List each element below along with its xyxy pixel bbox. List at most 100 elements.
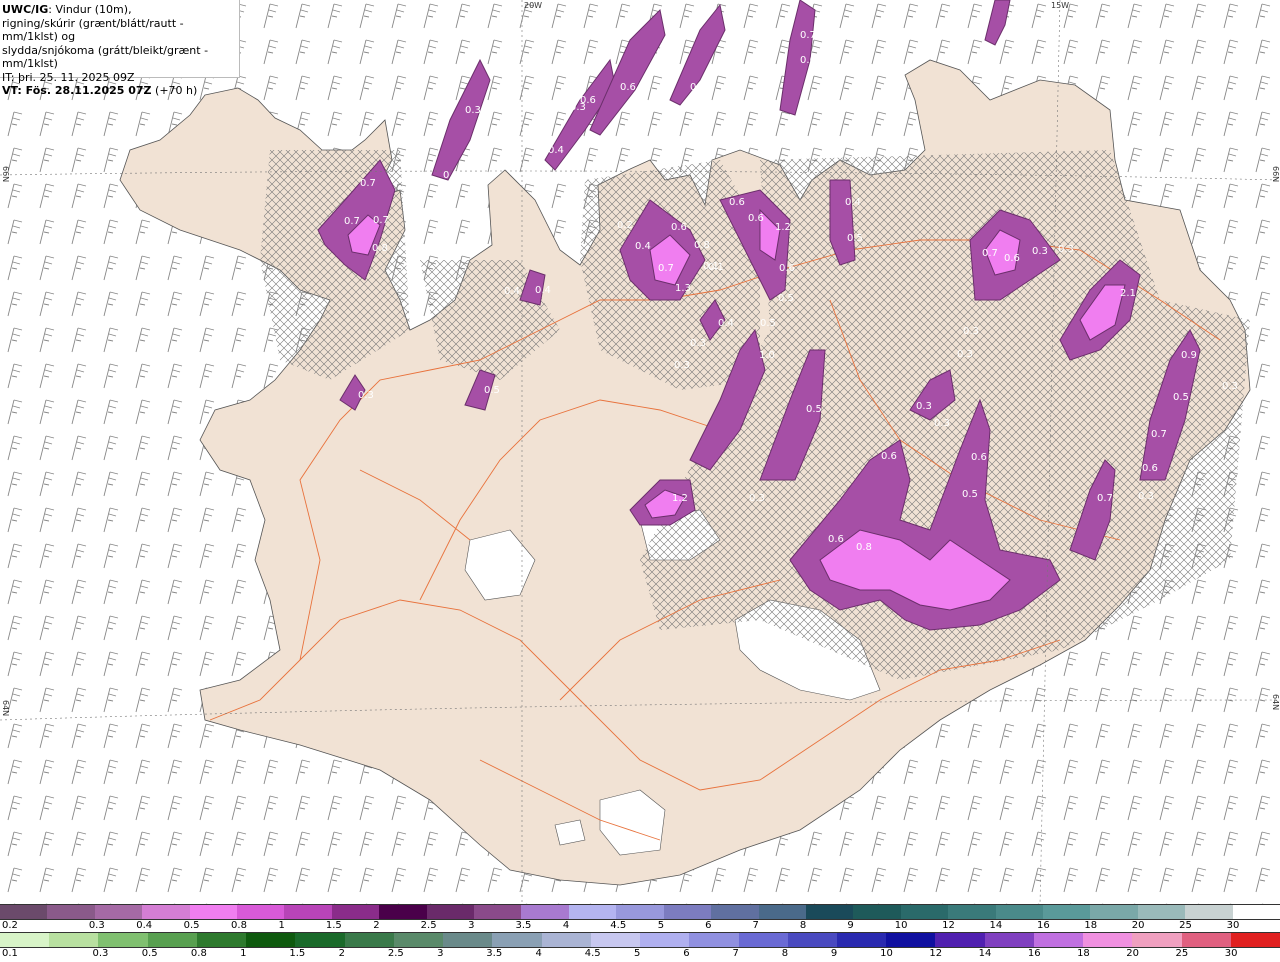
precip-value-label: 0.3 <box>690 82 706 93</box>
legend-label: 12 <box>942 920 955 931</box>
legend-swatch <box>344 933 394 947</box>
legend-label: 0.8 <box>190 948 207 959</box>
legend-swatch <box>492 933 542 947</box>
legend-swatch <box>94 905 143 919</box>
precip-value-label: 0.9 <box>1181 350 1197 361</box>
precip-value-label: 0.3 <box>1138 491 1154 502</box>
legend-snow: 0.2 0.3 0.4 0.5 0.8 1 1.5 2 2.5 3 3.5 4 4.5 5 6 7 8 9 10 12… <box>0 904 1280 932</box>
legend-rain-bar <box>0 932 1280 948</box>
precip-value-label: 0.6 <box>828 534 844 545</box>
legend-swatch <box>1033 933 1084 947</box>
legend-label: 3 <box>468 920 475 931</box>
legend-label: 4 <box>535 948 542 959</box>
legend-label: 0.5 <box>183 920 200 931</box>
legend-swatch <box>189 905 238 919</box>
precip-value-label: 0.4 <box>535 285 551 296</box>
legend-label: 14 <box>989 920 1003 931</box>
precip-value-label: 0.8 <box>694 240 710 251</box>
legend-swatch <box>196 933 247 947</box>
legend-swatch <box>689 933 739 947</box>
legend-label: 3.5 <box>486 948 503 959</box>
legend-swatch <box>1083 933 1133 947</box>
precip-value-label: 0.3 <box>963 326 979 337</box>
legend-label: 10 <box>880 948 893 959</box>
legend-swatch <box>521 905 569 919</box>
legend-label: 30 <box>1224 948 1238 959</box>
precip-value-label: 0.5 <box>847 233 863 244</box>
precip-value-label: 0.7 <box>800 30 816 41</box>
legend-swatch <box>787 933 837 947</box>
legend-label: 6 <box>705 920 712 931</box>
precip-value-label: 0.3 <box>1222 381 1238 392</box>
legend-label: 5 <box>634 948 641 959</box>
legend-swatch <box>1090 905 1138 919</box>
lat-label-66n-left: 66N <box>1 166 10 183</box>
precip-value-label: 1.2 <box>775 222 791 233</box>
legend-swatch <box>443 933 493 947</box>
legend-swatch <box>1132 933 1182 947</box>
precip-value-label: 0.8 <box>372 243 388 254</box>
precip-value-label: 0.5 <box>484 385 500 396</box>
precip-value-label: 0.6 <box>748 213 764 224</box>
precip-value-label: 0.5 <box>760 318 776 329</box>
lon-label-20w: 20W <box>524 1 543 10</box>
precip-value-label: 0.4 <box>845 197 861 208</box>
issue-time: IT: þri. 25. 11. 2025 09Z <box>2 70 135 84</box>
legend-swatch <box>147 933 197 947</box>
precip-value-label: 0.4 <box>718 318 734 329</box>
legend-swatch <box>900 905 949 919</box>
legend-label: 9 <box>830 948 838 959</box>
legend-swatch <box>426 905 475 919</box>
precip-value-label: 0.3 <box>570 102 586 113</box>
precip-value-label: 0.3 <box>749 493 765 504</box>
legend-label: 0.4 <box>136 920 153 931</box>
legend-swatch <box>663 905 712 919</box>
legend-swatch <box>47 905 95 919</box>
legend-swatch <box>1042 905 1091 919</box>
header-line3: slydda/snjókoma (grátt/bleikt/grænt - mm… <box>2 43 209 71</box>
precip-value-label: 0.5 <box>778 293 794 304</box>
legend-swatch <box>142 905 190 919</box>
legend-rain: 0.1 0.3 0.5 0.8 1 1.5 2 2.5 3 3.5 4 4.5 5 6 7 8 9 10 12 14 1… <box>0 932 1280 960</box>
legend-swatch <box>0 905 48 919</box>
legend-label: 9 <box>847 920 854 931</box>
legend-label: 1.5 <box>325 920 342 931</box>
legend-swatch <box>0 933 50 947</box>
legend-label: 25 <box>1179 920 1192 931</box>
legend-label: 1 <box>278 920 285 931</box>
precip-value-label: 0.6 <box>671 222 687 233</box>
legend-label: 14 <box>978 948 992 959</box>
legend-snow-bar <box>0 904 1280 920</box>
legend-swatch <box>284 905 332 919</box>
legend-label: 8 <box>781 948 789 959</box>
precip-value-label: 0.6 <box>971 452 987 463</box>
precip-value-label: 0.3 <box>957 349 973 360</box>
weather-map <box>0 0 1280 904</box>
precip-value-label: 0.7 <box>1151 429 1167 440</box>
precip-value-label: 0.3 <box>465 105 481 116</box>
legend-label: 18 <box>1077 948 1090 959</box>
precip-value-label: 0.7 <box>658 263 674 274</box>
legend-swatch <box>49 933 99 947</box>
legend-label: 3 <box>437 948 444 959</box>
legend-label: 20 <box>1131 920 1145 931</box>
legend-label: 0.2 <box>2 920 18 931</box>
precip-value-label: 0.6 <box>1142 463 1158 474</box>
precip-value-label: 0.6 <box>620 82 636 93</box>
precip-value-label: 0.5 <box>806 404 822 415</box>
legend-swatch <box>590 933 641 947</box>
legend-swatch <box>1185 905 1233 919</box>
legend-label: 2.5 <box>420 920 437 931</box>
precip-value-label: 0.3 <box>934 418 950 429</box>
precip-value-label: 0.3 <box>1058 244 1074 255</box>
legend-label: 0.5 <box>141 948 158 959</box>
precip-value-label: 0.4 <box>504 286 520 297</box>
legend-label: 4 <box>562 920 570 931</box>
legend-label: 25 <box>1175 948 1189 959</box>
legend-label: 12 <box>929 948 943 959</box>
legend-label: 3.5 <box>515 920 532 931</box>
precip-value-label: 0.7 <box>373 215 389 226</box>
legend-swatch <box>474 905 522 919</box>
precip-value-label: 0.7 <box>982 248 998 259</box>
precip-value-label: 0.6 <box>729 197 745 208</box>
